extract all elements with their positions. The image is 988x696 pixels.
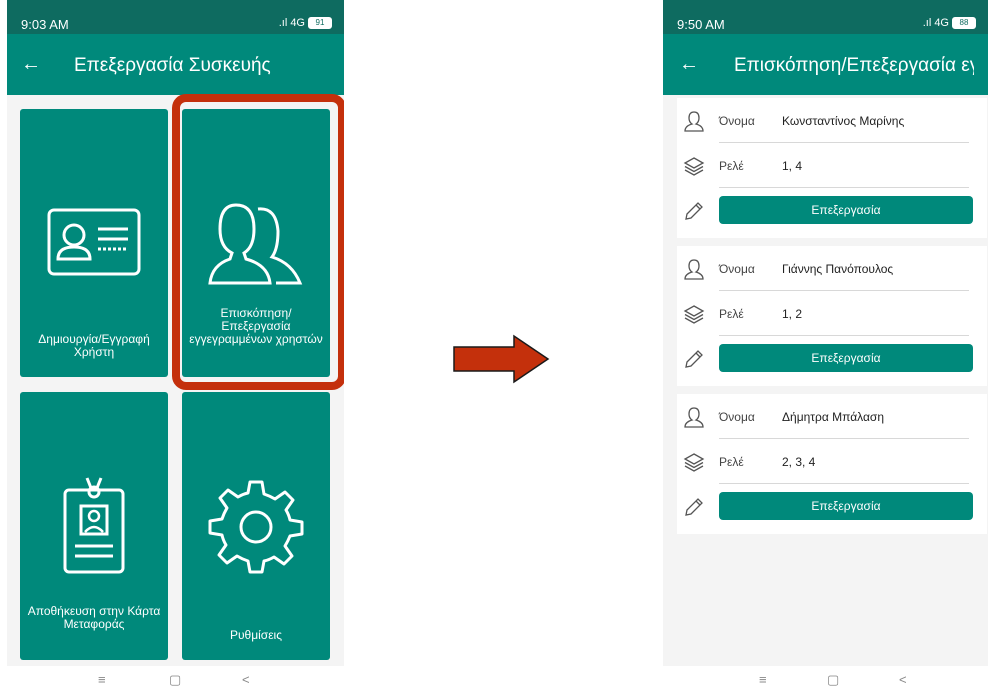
right-phone-screen: 9:50 AM .ıl 4G 88 ← Επισκόπηση/Επεξεργασ… [663, 0, 988, 696]
layers-icon [683, 305, 705, 324]
network-indicator: .ıl 4G 88 [923, 17, 976, 29]
id-card-icon [47, 208, 141, 276]
user-card: Όνομα Γιάννης Πανόπουλος Ρελέ 1, 2 Επεξε… [677, 246, 987, 386]
menu-nav-icon[interactable]: ≡ [98, 672, 106, 687]
name-row: Όνομα Κωνσταντίνος Μαρίνης [677, 98, 987, 142]
home-nav-icon[interactable]: ▢ [827, 672, 839, 688]
name-row: Όνομα Δήμητρα Μπάλαση [677, 394, 987, 438]
name-label: Όνομα [719, 114, 755, 128]
user-name: Κωνσταντίνος Μαρίνης [782, 114, 905, 128]
home-nav-icon[interactable]: ▢ [169, 672, 181, 688]
edit-row: Επεξεργασία [677, 188, 987, 232]
app-bar: ← Επισκόπηση/Επεξεργασία εγ... [663, 34, 988, 95]
android-navbar: ≡ ▢ < [7, 666, 344, 696]
battery-icon: 88 [952, 17, 976, 29]
pencil-icon[interactable] [683, 200, 705, 222]
back-arrow-icon[interactable]: ← [679, 53, 699, 76]
relay-row: Ρελέ 1, 2 [677, 291, 987, 335]
user-card: Όνομα Δήμητρα Μπάλαση Ρελέ 2, 3, 4 Επεξε… [677, 394, 987, 534]
tile-create-user[interactable]: Δημιουργία/Εγγραφή Χρήστη [20, 109, 168, 377]
signal-icon: .ıl [922, 17, 932, 29]
page-title: Επεξεργασία Συσκευής [74, 55, 271, 76]
signal-icon: .ıl [278, 17, 288, 29]
tile-save-to-card[interactable]: Αποθήκευση στην Κάρτα Μεταφοράς [20, 392, 168, 660]
network-type: 4G [934, 17, 949, 29]
layers-icon [683, 453, 705, 472]
badge-icon [63, 477, 125, 574]
relay-label: Ρελέ [719, 307, 744, 321]
tile-settings[interactable]: Ρυθμίσεις [182, 392, 330, 660]
gear-icon [208, 480, 304, 574]
tile-label: Αποθήκευση στην Κάρτα Μεταφοράς [27, 604, 161, 631]
user-relays: 1, 2 [782, 307, 803, 321]
menu-nav-icon[interactable]: ≡ [759, 672, 767, 687]
edit-button[interactable]: Επεξεργασία [719, 344, 973, 372]
person-icon [684, 407, 704, 428]
name-label: Όνομα [719, 410, 755, 424]
user-name: Δήμητρα Μπάλαση [782, 410, 884, 424]
back-nav-icon[interactable]: < [242, 672, 250, 687]
name-label: Όνομα [719, 262, 755, 276]
tile-label: Ρυθμίσεις [229, 628, 283, 642]
tile-label: Δημιουργία/Εγγραφή Χρήστη [38, 332, 150, 359]
back-nav-icon[interactable]: < [899, 672, 907, 687]
person-icon [684, 259, 704, 280]
page-title: Επισκόπηση/Επεξεργασία εγ... [734, 55, 974, 76]
person-icon [684, 111, 704, 132]
android-navbar: ≡ ▢ < [663, 666, 988, 696]
edit-row: Επεξεργασία [677, 336, 987, 380]
transition-arrow-icon [453, 334, 550, 384]
relay-row: Ρελέ 1, 4 [677, 143, 987, 187]
status-bar: 9:50 AM .ıl 4G 88 [663, 0, 988, 34]
name-row: Όνομα Γιάννης Πανόπουλος [677, 246, 987, 290]
pencil-icon[interactable] [683, 496, 705, 518]
network-indicator: .ıl 4G 91 [279, 17, 332, 29]
battery-icon: 91 [308, 17, 332, 29]
user-relays: 2, 3, 4 [782, 455, 816, 469]
edit-button[interactable]: Επεξεργασία [719, 196, 973, 224]
edit-row: Επεξεργασία [677, 484, 987, 528]
left-phone-screen: 9:03 AM .ıl 4G 91 ← Επεξεργασία Συσκευής… [7, 0, 344, 696]
network-type: 4G [290, 17, 305, 29]
edit-button[interactable]: Επεξεργασία [719, 492, 973, 520]
relay-label: Ρελέ [719, 455, 744, 469]
user-card: Όνομα Κωνσταντίνος Μαρίνης Ρελέ 1, 4 Επε… [677, 98, 987, 238]
user-relays: 1, 4 [782, 159, 803, 173]
status-time: 9:03 AM [21, 17, 69, 32]
relay-label: Ρελέ [719, 159, 744, 173]
status-bar: 9:03 AM .ıl 4G 91 [7, 0, 344, 34]
pencil-icon[interactable] [683, 348, 705, 370]
highlight-frame [172, 94, 344, 390]
user-name: Γιάννης Πανόπουλος [782, 262, 894, 276]
status-time: 9:50 AM [677, 17, 725, 32]
relay-row: Ρελέ 2, 3, 4 [677, 439, 987, 483]
layers-icon [683, 157, 705, 176]
app-bar: ← Επεξεργασία Συσκευής [7, 34, 344, 95]
back-arrow-icon[interactable]: ← [21, 53, 41, 76]
